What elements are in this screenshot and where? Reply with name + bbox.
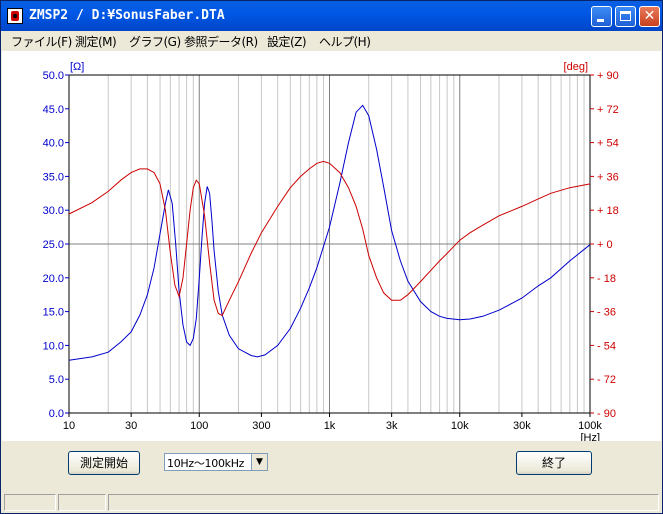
status-pane-1 xyxy=(4,494,56,511)
menu-measure[interactable]: 測定(M) xyxy=(75,33,117,50)
right-tick-label: - 54 xyxy=(597,340,616,352)
x-tick-label: 30k xyxy=(513,420,531,432)
right-tick-label: - 36 xyxy=(597,307,616,319)
left-tick-label: 0.0 xyxy=(49,408,64,420)
minimize-icon xyxy=(597,19,604,22)
left-tick-label: 15.0 xyxy=(43,307,64,319)
menu-settings[interactable]: 設定(Z) xyxy=(267,33,307,50)
right-tick-label: + 72 xyxy=(597,104,619,116)
right-tick-label: + 36 xyxy=(597,171,619,183)
x-tick-label: 30 xyxy=(125,420,137,432)
x-tick-label: 100 xyxy=(190,420,208,432)
right-tick-label: + 90 xyxy=(597,70,619,82)
right-tick-label: + 54 xyxy=(597,138,619,150)
main-window: ZMSP2 / D:¥SonusFaber.DTA ✕ ファイル(F) 測定(M… xyxy=(0,0,663,514)
status-pane-2 xyxy=(58,494,106,511)
maximize-button[interactable] xyxy=(615,6,636,27)
x-tick-label: 10k xyxy=(451,420,469,432)
right-tick-label: + 0 xyxy=(597,239,613,251)
left-tick-label: 40.0 xyxy=(43,138,64,150)
right-tick-label: + 18 xyxy=(597,205,619,217)
title-bar[interactable]: ZMSP2 / D:¥SonusFaber.DTA ✕ xyxy=(1,1,662,31)
left-tick-label: 10.0 xyxy=(43,340,64,352)
left-tick-label: 20.0 xyxy=(43,273,64,285)
menu-graph[interactable]: グラフ(G) xyxy=(129,33,181,50)
x-tick-label: 3k xyxy=(386,420,398,432)
minimize-button[interactable] xyxy=(591,6,612,27)
frequency-range-value: 10Hz～100kHz xyxy=(167,457,245,470)
menu-reference-data[interactable]: 参照データ(R) xyxy=(184,33,258,50)
left-tick-label: 25.0 xyxy=(43,239,64,251)
left-tick-label: 50.0 xyxy=(43,70,64,82)
impedance-plot: 0.0 5.0 10.0 15.0 20.0 25.0 30.0 35.0 40.0 45.0 50… xyxy=(2,51,661,441)
start-measurement-button[interactable]: 測定開始 xyxy=(68,451,140,475)
left-tick-label: 35.0 xyxy=(43,171,64,183)
menu-file[interactable]: ファイル(F) xyxy=(11,33,72,50)
maximize-icon xyxy=(620,11,631,21)
menu-help[interactable]: ヘルプ(H) xyxy=(319,33,371,50)
x-tick-label: 1k xyxy=(324,420,336,432)
x-axis-unit: [Hz] xyxy=(580,432,600,441)
left-tick-label: 5.0 xyxy=(49,374,64,386)
dropdown-arrow-icon[interactable]: ▼ xyxy=(251,454,267,470)
left-tick-label: 30.0 xyxy=(43,205,64,217)
speaker-app-icon[interactable] xyxy=(7,8,23,24)
close-button[interactable]: ✕ xyxy=(639,6,660,27)
impedance-phase-chart: 0.0 5.0 10.0 15.0 20.0 25.0 30.0 35.0 40.0 45.0 50… xyxy=(43,61,619,441)
status-bar xyxy=(2,491,661,513)
frequency-range-select[interactable]: 10Hz～100kHz ▼ xyxy=(164,453,268,471)
x-tick-label: 100k xyxy=(578,420,602,432)
right-tick-label: - 18 xyxy=(597,273,616,285)
exit-button[interactable]: 終了 xyxy=(516,451,592,475)
x-tick-label: 300 xyxy=(252,420,270,432)
right-axis-unit: [deg] xyxy=(564,61,588,73)
window-title: ZMSP2 / D:¥SonusFaber.DTA xyxy=(29,8,225,23)
menu-bar: ファイル(F) 測定(M) グラフ(G) 参照データ(R) 設定(Z) ヘルプ(… xyxy=(2,31,661,51)
right-tick-label: - 90 xyxy=(597,408,616,420)
left-axis-unit: [Ω] xyxy=(70,61,84,73)
left-tick-label: 45.0 xyxy=(43,104,64,116)
close-icon: ✕ xyxy=(643,8,656,24)
x-tick-label: 10 xyxy=(63,420,75,432)
status-pane-3 xyxy=(108,494,659,511)
right-tick-label: - 72 xyxy=(597,374,616,386)
